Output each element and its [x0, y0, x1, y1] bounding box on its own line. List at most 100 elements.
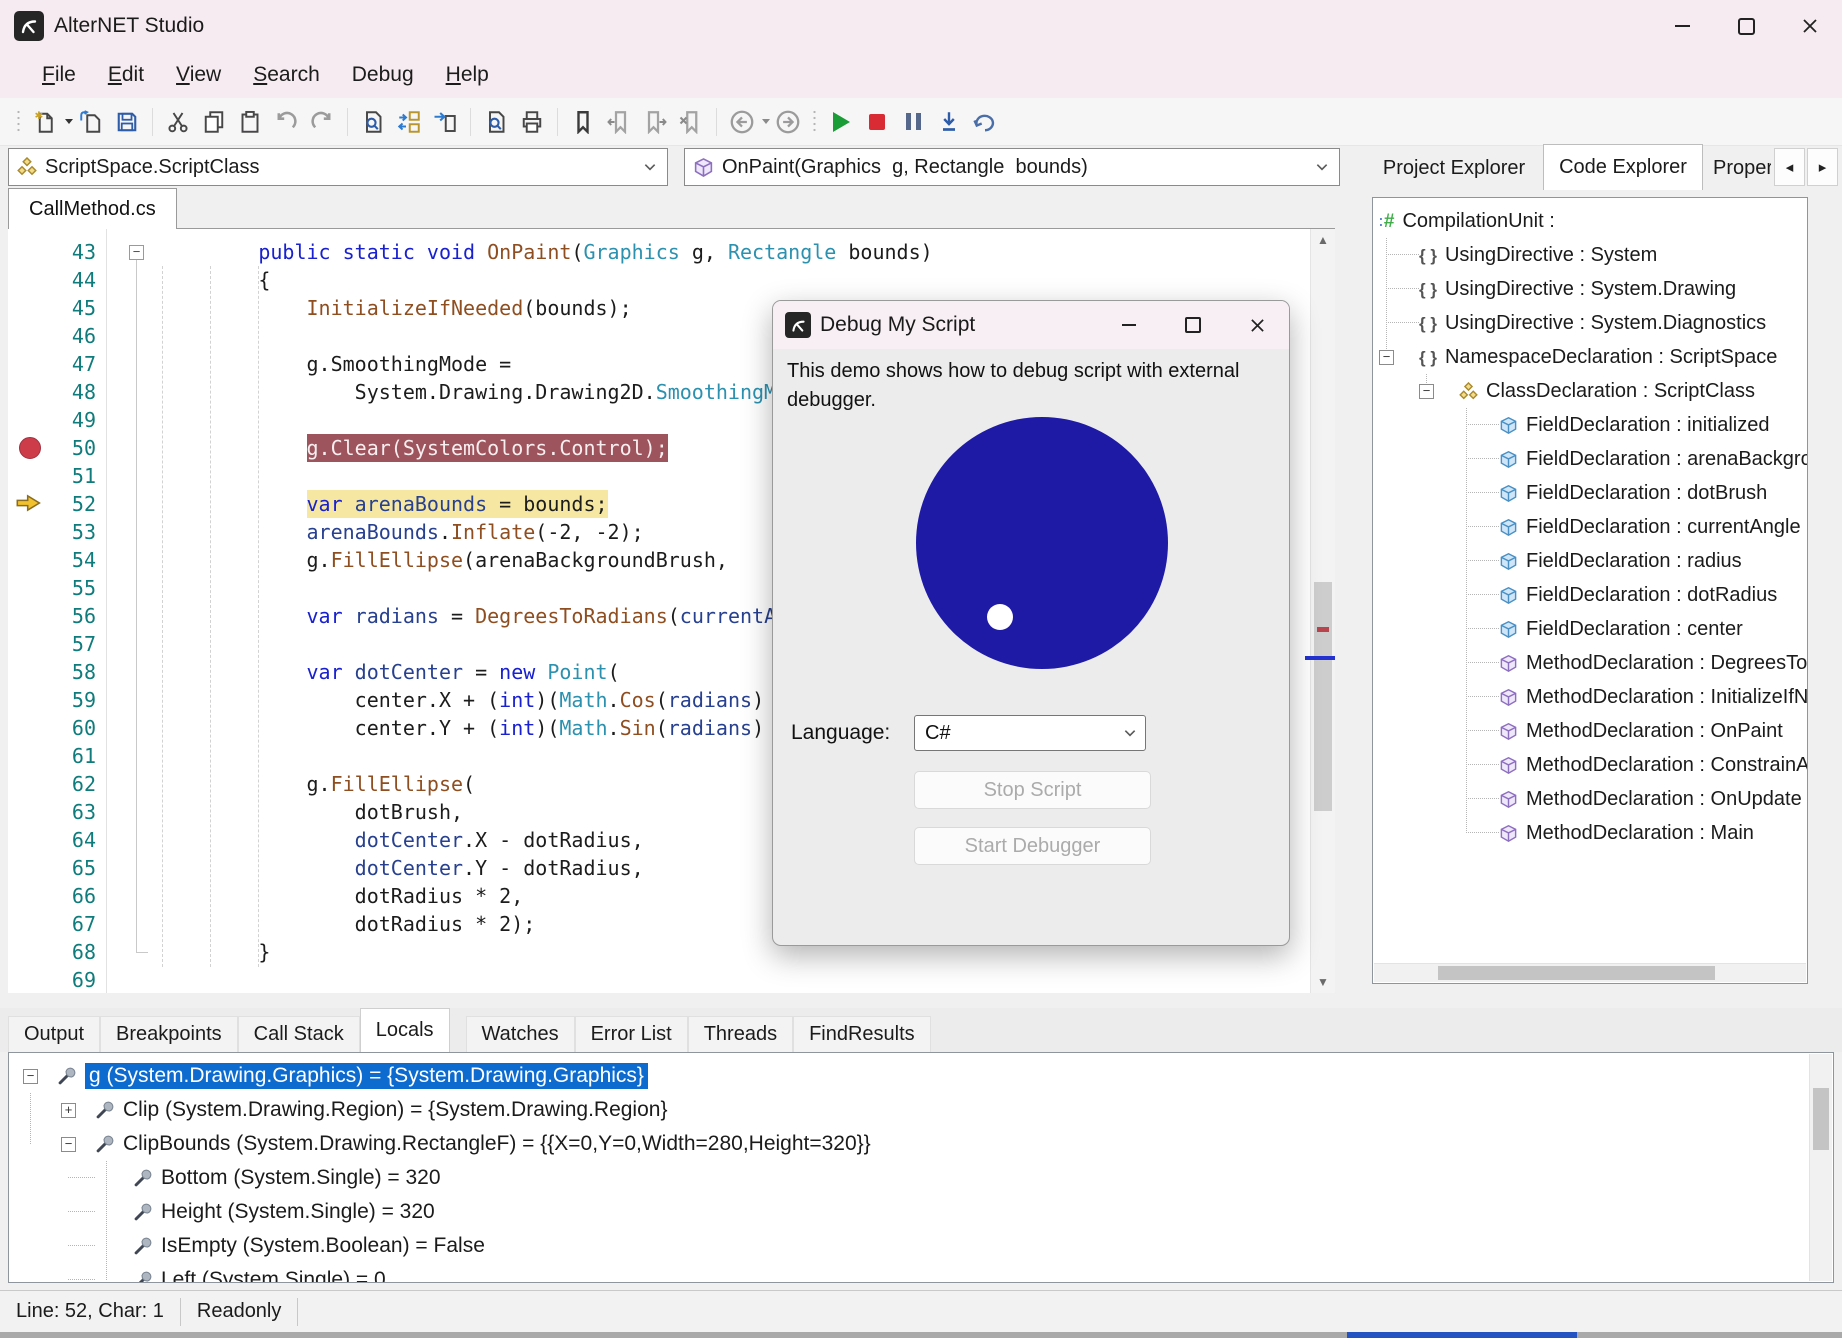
code-line[interactable]: { [162, 266, 945, 294]
step-into-icon[interactable] [934, 106, 964, 138]
navigate-back-icon[interactable] [727, 106, 757, 138]
previous-bookmark-icon[interactable] [604, 106, 634, 138]
open-file-icon[interactable] [76, 106, 106, 138]
fold-collapse-icon[interactable]: − [129, 245, 144, 260]
tree-item[interactable]: ∶#CompilationUnit : [1373, 204, 1807, 238]
tab-code-explorer[interactable]: Code Explorer [1543, 144, 1703, 190]
minimize-button[interactable] [1650, 0, 1714, 52]
find-in-files-icon[interactable] [481, 106, 511, 138]
next-bookmark-icon[interactable] [640, 106, 670, 138]
locals-row[interactable]: Left (System.Single) = 0 [9, 1263, 1809, 1283]
toolbar-grip[interactable] [812, 109, 817, 135]
scroll-up-icon[interactable]: ▲ [1311, 229, 1335, 251]
scrollbar-thumb[interactable] [1813, 1088, 1829, 1150]
locals-row[interactable]: +Clip (System.Drawing.Region) = {System.… [9, 1093, 1809, 1127]
navigate-back-dropdown-icon[interactable] [762, 119, 770, 124]
tree-item[interactable]: FieldDeclaration : radius [1373, 544, 1807, 578]
tab-scroll-right-icon[interactable]: ▸ [1807, 148, 1838, 186]
tree-item[interactable]: MethodDeclaration : OnUpdate [1373, 782, 1807, 816]
breakpoint-icon[interactable] [19, 437, 41, 459]
menu-help[interactable]: Help [430, 57, 505, 93]
tree-expander-icon[interactable]: − [1379, 350, 1394, 365]
menu-edit[interactable]: Edit [92, 57, 160, 93]
tab-error-list[interactable]: Error List [575, 1016, 688, 1052]
tree-item[interactable]: FieldDeclaration : initialized [1373, 408, 1807, 442]
redo-icon[interactable] [307, 106, 337, 138]
tree-item[interactable]: FieldDeclaration : currentAngle [1373, 510, 1807, 544]
maximize-button[interactable] [1714, 0, 1778, 52]
find-icon[interactable] [358, 106, 388, 138]
tab-properties[interactable]: Properties [1705, 148, 1771, 188]
editor-vertical-scrollbar[interactable]: ▲ ▼ [1310, 229, 1335, 993]
member-select[interactable]: OnPaint(Graphics g, Rectangle bounds) [684, 148, 1340, 186]
tab-breakpoints[interactable]: Breakpoints [100, 1016, 238, 1052]
clear-bookmarks-icon[interactable] [676, 106, 706, 138]
goto-icon[interactable] [430, 106, 460, 138]
close-button[interactable] [1778, 0, 1842, 52]
tree-horizontal-scrollbar[interactable] [1374, 963, 1806, 982]
save-icon[interactable] [112, 106, 142, 138]
undo-icon[interactable] [271, 106, 301, 138]
locals-expander-icon[interactable]: − [23, 1069, 38, 1084]
dialog-minimize-button[interactable] [1097, 301, 1161, 349]
copy-icon[interactable] [199, 106, 229, 138]
scroll-down-icon[interactable]: ▼ [1311, 971, 1335, 993]
menu-view[interactable]: View [160, 57, 237, 93]
new-file-icon[interactable]: ✱ [30, 106, 60, 138]
tree-item[interactable]: FieldDeclaration : dotBrush [1373, 476, 1807, 510]
locals-vertical-scrollbar[interactable] [1809, 1054, 1832, 1281]
menu-search[interactable]: Search [237, 57, 336, 93]
tree-item[interactable]: −ClassDeclaration : ScriptClass [1373, 374, 1807, 408]
print-icon[interactable] [517, 106, 547, 138]
code-line[interactable]: public static void OnPaint(Graphics g, R… [162, 238, 945, 266]
cut-icon[interactable] [163, 106, 193, 138]
tab-findresults[interactable]: FindResults [793, 1016, 931, 1052]
paste-icon[interactable] [235, 106, 265, 138]
tree-item[interactable]: FieldDeclaration : arenaBackgroundBrush [1373, 442, 1807, 476]
stop-script-button[interactable]: Stop Script [914, 771, 1151, 809]
new-file-dropdown-icon[interactable] [65, 119, 73, 124]
toggle-bookmark-icon[interactable] [568, 106, 598, 138]
tree-item[interactable]: FieldDeclaration : center [1373, 612, 1807, 646]
tab-output[interactable]: Output [8, 1016, 100, 1052]
tree-item[interactable]: MethodDeclaration : OnPaint [1373, 714, 1807, 748]
locals-row[interactable]: −ClipBounds (System.Drawing.RectangleF) … [9, 1127, 1809, 1161]
tree-item[interactable]: MethodDeclaration : Main [1373, 816, 1807, 850]
tree-item[interactable]: MethodDeclaration : InitializeIfNeeded [1373, 680, 1807, 714]
tree-item[interactable]: { }UsingDirective : System [1373, 238, 1807, 272]
type-select[interactable]: ScriptSpace.ScriptClass [8, 148, 668, 186]
menu-debug[interactable]: Debug [336, 57, 430, 93]
locals-expander-icon[interactable]: − [61, 1137, 76, 1152]
dialog-maximize-button[interactable] [1161, 301, 1225, 349]
tree-item[interactable]: { }UsingDirective : System.Diagnostics [1373, 306, 1807, 340]
locals-expander-icon[interactable]: + [61, 1103, 76, 1118]
scrollbar-thumb[interactable] [1438, 966, 1715, 980]
tree-item[interactable]: MethodDeclaration : DegreesToRadians [1373, 646, 1807, 680]
run-icon[interactable] [826, 106, 856, 138]
tree-item[interactable]: MethodDeclaration : ConstrainAngle [1373, 748, 1807, 782]
tab-project-explorer[interactable]: Project Explorer [1367, 148, 1541, 188]
locals-row[interactable]: Bottom (System.Single) = 320 [9, 1161, 1809, 1195]
language-select[interactable]: C# [914, 715, 1146, 751]
replace-in-files-icon[interactable] [394, 106, 424, 138]
menu-file[interactable]: File [26, 57, 92, 93]
locals-row[interactable]: Height (System.Single) = 320 [9, 1195, 1809, 1229]
stop-icon[interactable] [862, 106, 892, 138]
tab-threads[interactable]: Threads [688, 1016, 793, 1052]
start-debugger-button[interactable]: Start Debugger [914, 827, 1151, 865]
tab-callmethod-cs[interactable]: CallMethod.cs [8, 188, 177, 230]
tab-watches[interactable]: Watches [466, 1016, 575, 1052]
scrollbar-thumb[interactable] [1314, 582, 1332, 811]
tree-expander-icon[interactable]: − [1419, 384, 1434, 399]
toolbar-grip[interactable] [16, 109, 21, 135]
locals-row[interactable]: −g (System.Drawing.Graphics) = {System.D… [9, 1059, 1809, 1093]
locals-row[interactable]: IsEmpty (System.Boolean) = False [9, 1229, 1809, 1263]
pause-icon[interactable] [898, 106, 928, 138]
tab-call-stack[interactable]: Call Stack [238, 1016, 360, 1052]
dialog-close-button[interactable] [1225, 301, 1289, 349]
tree-item[interactable]: { }UsingDirective : System.Drawing [1373, 272, 1807, 306]
navigate-forward-icon[interactable] [773, 106, 803, 138]
tree-item[interactable]: FieldDeclaration : dotRadius [1373, 578, 1807, 612]
tree-item[interactable]: −{ }NamespaceDeclaration : ScriptSpace [1373, 340, 1807, 374]
tab-locals[interactable]: Locals [360, 1008, 450, 1052]
